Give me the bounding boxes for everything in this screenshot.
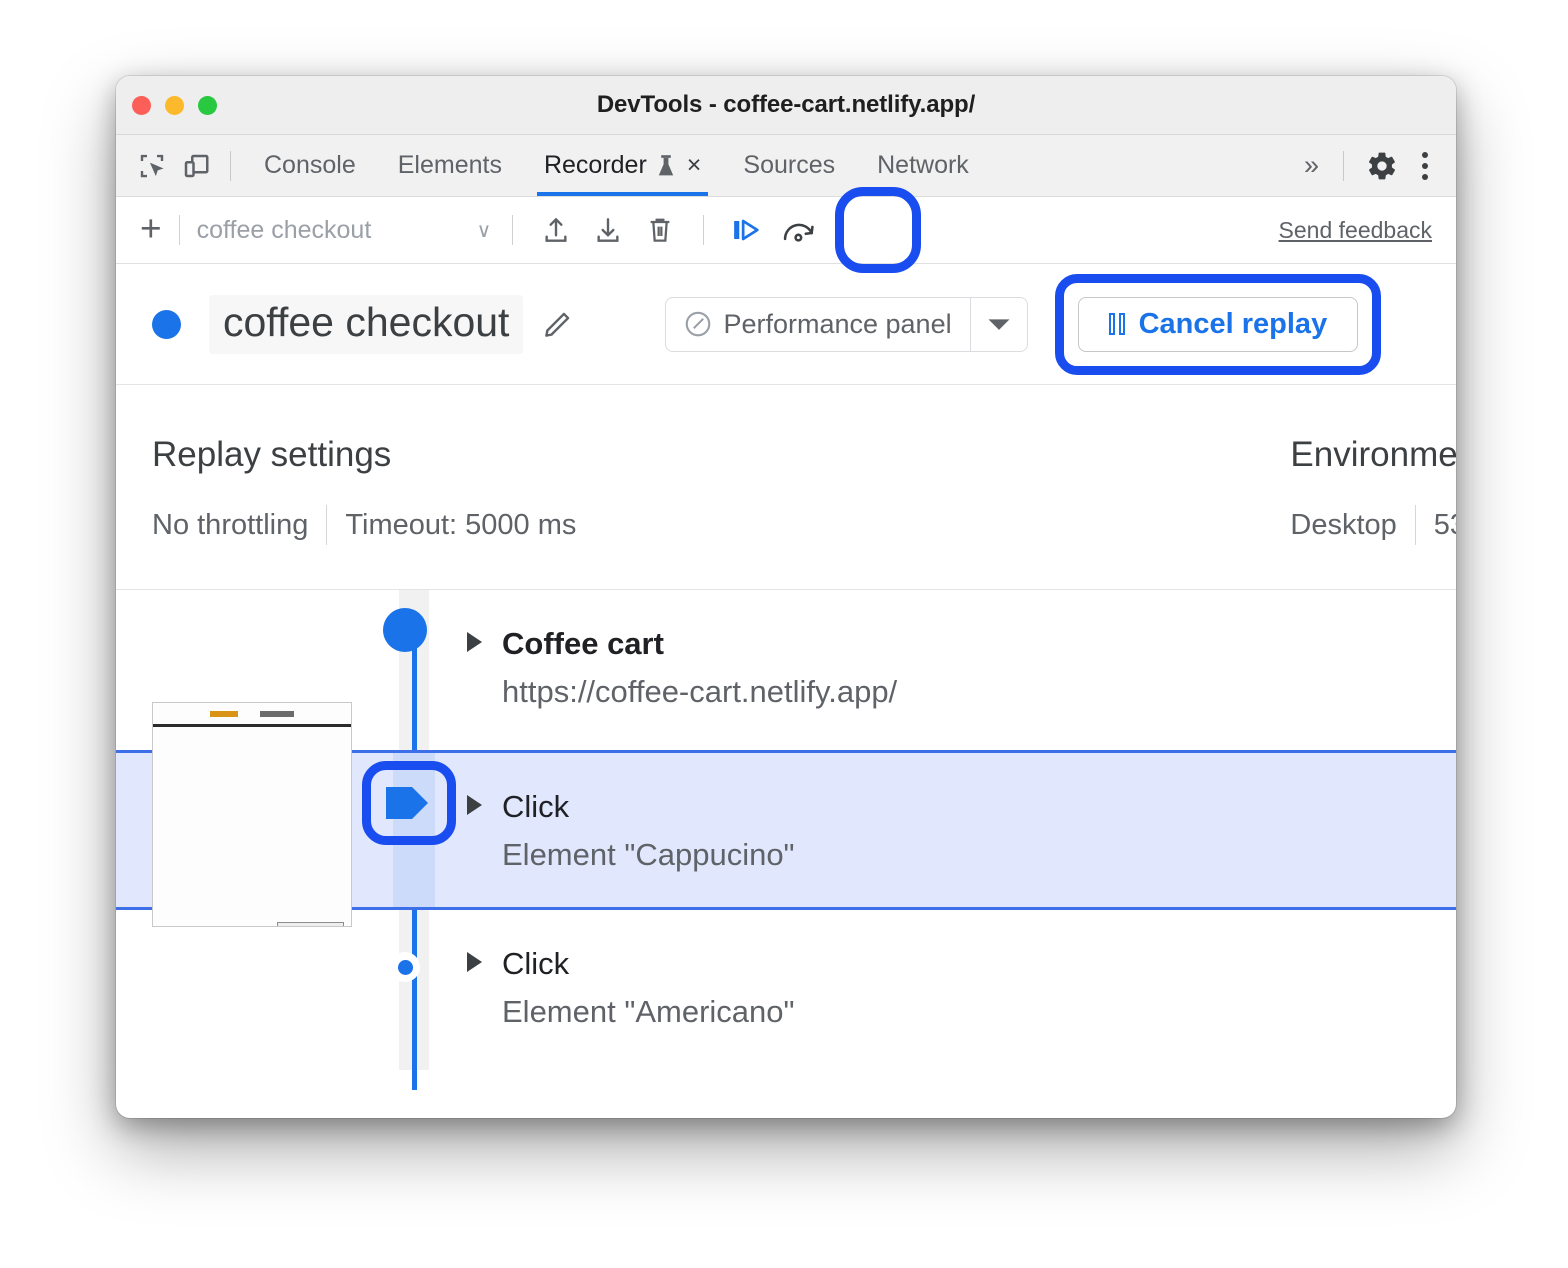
cancel-replay-wrapper: Cancel replay	[1078, 297, 1359, 352]
minimize-window-button[interactable]	[165, 96, 184, 115]
edit-pencil-icon[interactable]	[541, 307, 575, 341]
recording-selector-label[interactable]: coffee checkout	[197, 216, 477, 245]
inspect-element-icon[interactable]	[130, 144, 174, 188]
step-marker-column	[399, 753, 429, 907]
step-title: Click	[502, 946, 569, 982]
step-title: Coffee cart	[502, 626, 664, 662]
replay-settings-heading: Replay settings	[152, 435, 576, 475]
toolbar-divider	[179, 215, 180, 245]
environment-group: Environment Desktop 538×624 px	[1290, 385, 1456, 589]
step-subtitle: Element "Cappucino"	[502, 837, 1456, 873]
close-window-button[interactable]	[132, 96, 151, 115]
send-feedback-link[interactable]: Send feedback	[1279, 217, 1432, 244]
chevron-down-icon[interactable]: ∨	[477, 218, 492, 243]
tab-label: Network	[877, 151, 969, 180]
step-row-current[interactable]: Click Element "Cappucino"	[116, 750, 1456, 910]
current-step-band	[393, 753, 435, 907]
replay-speed-icon[interactable]	[773, 207, 825, 253]
experiment-flask-icon	[656, 154, 676, 178]
replay-settings-group: Replay settings No throttling Timeout: 5…	[152, 385, 576, 589]
replay-settings-values: No throttling Timeout: 5000 ms	[152, 505, 576, 545]
current-step-marker	[386, 785, 430, 821]
tab-console[interactable]: Console	[243, 135, 377, 196]
step-row[interactable]: Click Element "Americano"	[116, 910, 1456, 1070]
expand-triangle-icon[interactable]	[467, 632, 482, 652]
throttling-value[interactable]: No throttling	[152, 509, 308, 542]
step-content: Coffee cart https://coffee-cart.netlify.…	[429, 590, 1456, 750]
timeout-value[interactable]: Timeout: 5000 ms	[345, 509, 576, 542]
more-options-kebab-icon[interactable]	[1408, 152, 1446, 180]
value-divider	[1415, 505, 1416, 545]
screenshot-root: DevTools - coffee-cart.netlify.app/ Cons…	[0, 0, 1568, 1268]
step-subtitle: https://coffee-cart.netlify.app/	[502, 674, 1456, 710]
step-screenshot-slot	[116, 910, 399, 1070]
value-divider	[326, 505, 327, 545]
step-over-icon[interactable]	[721, 207, 773, 253]
pause-icon	[1109, 313, 1125, 335]
performance-panel-value[interactable]: Performance panel	[666, 309, 969, 340]
settings-section: Replay settings No throttling Timeout: 5…	[116, 385, 1456, 590]
recording-status-dot	[152, 310, 181, 339]
step-screenshot-slot	[116, 590, 399, 750]
device-type-value: Desktop	[1290, 509, 1396, 542]
tab-label: Recorder	[544, 151, 647, 180]
tab-recorder[interactable]: Recorder ×	[523, 135, 722, 196]
recorder-toolbar: + coffee checkout ∨	[116, 197, 1456, 264]
window-title: DevTools - coffee-cart.netlify.app/	[116, 91, 1456, 119]
performance-gauge-icon	[683, 309, 713, 339]
step-content: Click Element "Americano"	[429, 910, 1456, 1070]
tabbar-right-divider	[1343, 151, 1344, 181]
toolbar-divider-2	[512, 215, 513, 245]
recording-header: coffee checkout Performance panel	[116, 264, 1456, 385]
device-toolbar-icon[interactable]	[174, 144, 218, 188]
step-subtitle: Element "Americano"	[502, 994, 1456, 1030]
settings-gear-icon[interactable]	[1356, 150, 1408, 182]
step-marker-column	[399, 590, 429, 750]
performance-panel-label: Performance panel	[723, 309, 951, 340]
export-recording-icon[interactable]	[530, 207, 582, 253]
tab-sources[interactable]: Sources	[722, 135, 856, 196]
tab-label: Elements	[398, 151, 502, 180]
step-content: Click Element "Cappucino"	[429, 753, 1456, 907]
expand-triangle-icon[interactable]	[467, 795, 482, 815]
tab-elements[interactable]: Elements	[377, 135, 523, 196]
step-row[interactable]: Coffee cart https://coffee-cart.netlify.…	[116, 590, 1456, 750]
import-recording-icon[interactable]	[582, 207, 634, 253]
viewport-size-value: 538×624 px	[1434, 509, 1456, 542]
cancel-replay-label: Cancel replay	[1139, 308, 1328, 341]
tab-label: Console	[264, 151, 356, 180]
tabbar-right-controls: »	[1292, 135, 1446, 196]
pending-step-marker	[390, 952, 420, 982]
step-header: Click	[467, 946, 1456, 982]
start-marker	[383, 608, 427, 652]
delete-recording-icon[interactable]	[634, 207, 686, 253]
expand-triangle-icon[interactable]	[467, 952, 482, 972]
close-tab-icon[interactable]: ×	[687, 151, 702, 180]
window-title-bar: DevTools - coffee-cart.netlify.app/	[116, 76, 1456, 135]
step-marker-column	[399, 910, 429, 1070]
step-header: Click	[467, 789, 1456, 825]
tab-network[interactable]: Network	[856, 135, 990, 196]
steps-list: Coffee cart https://coffee-cart.netlify.…	[116, 590, 1456, 1070]
window-controls[interactable]	[132, 96, 217, 115]
more-tabs-chevron-icon[interactable]: »	[1292, 150, 1331, 181]
environment-values: Desktop 538×624 px	[1290, 505, 1456, 545]
chevron-down-icon[interactable]	[971, 317, 1027, 331]
tab-label: Sources	[743, 151, 835, 180]
environment-heading: Environment	[1290, 435, 1456, 475]
devtools-window: DevTools - coffee-cart.netlify.app/ Cons…	[116, 76, 1456, 1118]
tab-list: Console Elements Recorder ×	[243, 135, 990, 196]
step-screenshot-slot	[116, 753, 399, 907]
step-header: Coffee cart	[467, 626, 1456, 662]
recording-title[interactable]: coffee checkout	[209, 295, 523, 354]
annotation-ring-replay-speed	[835, 187, 921, 273]
cancel-replay-button[interactable]: Cancel replay	[1078, 297, 1359, 352]
add-recording-button[interactable]: +	[140, 210, 162, 251]
toolbar-divider-3	[703, 215, 704, 245]
performance-panel-select[interactable]: Performance panel	[665, 297, 1027, 352]
devtools-tab-bar: Console Elements Recorder ×	[116, 135, 1456, 197]
step-title: Click	[502, 789, 569, 825]
maximize-window-button[interactable]	[198, 96, 217, 115]
tabbar-divider	[230, 151, 231, 181]
